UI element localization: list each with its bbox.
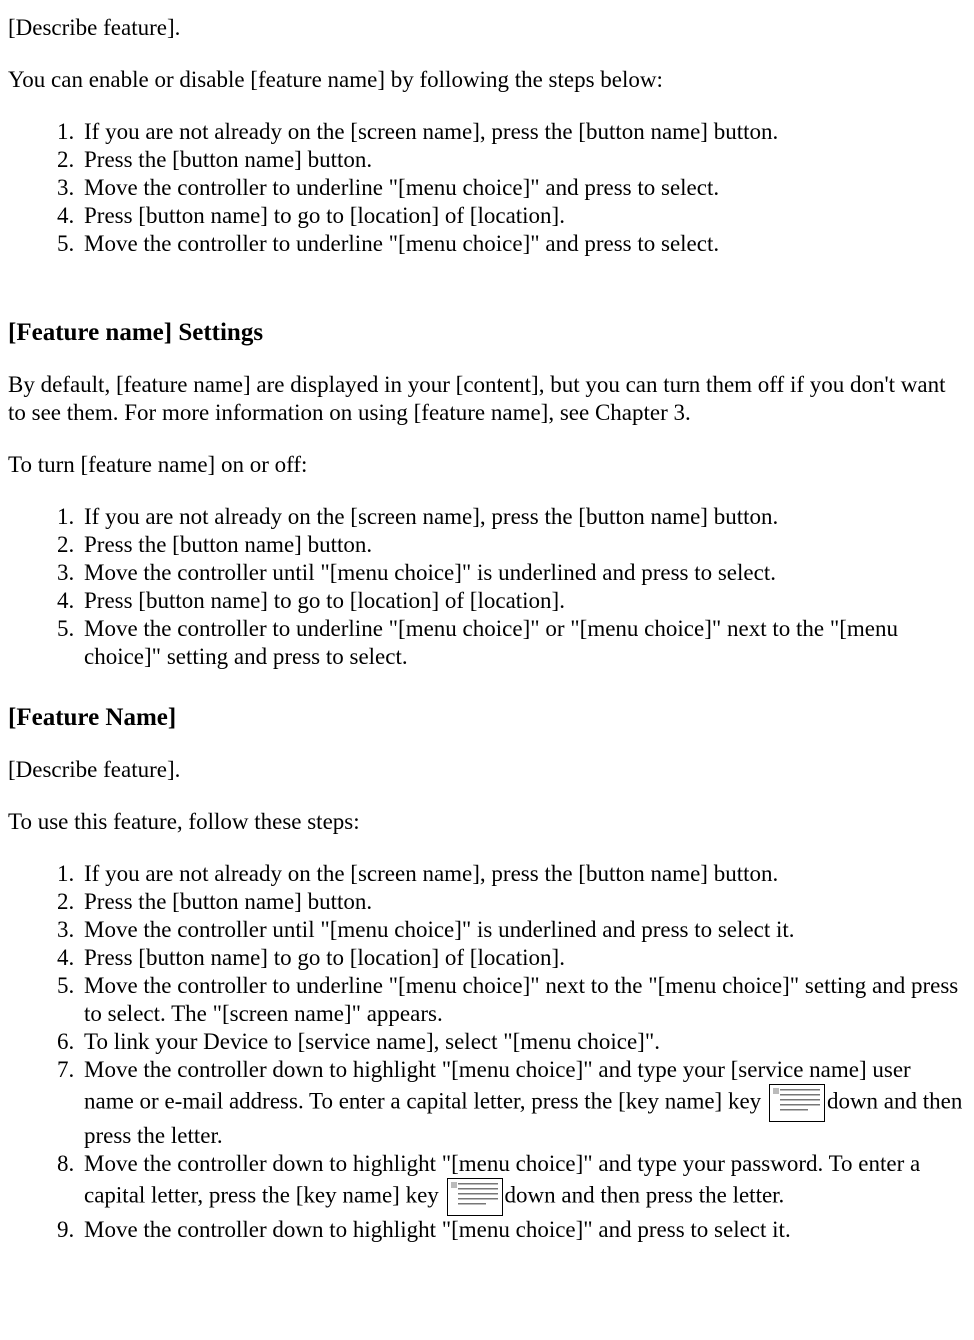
- step-item: Press [button name] to go to [location] …: [80, 944, 966, 972]
- step-item: To link your Device to [service name], s…: [80, 1028, 966, 1056]
- step-item: If you are not already on the [screen na…: [80, 118, 966, 146]
- step-item: Press the [button name] button.: [80, 888, 966, 916]
- step8-text-b: down and then press the letter.: [505, 1183, 785, 1208]
- section2-intro1: By default, [feature name] are displayed…: [8, 371, 966, 427]
- section2-heading: [Feature name] Settings: [8, 318, 966, 349]
- step-item: Move the controller down to highlight "[…: [80, 1056, 966, 1150]
- step-item: Press [button name] to go to [location] …: [80, 202, 966, 230]
- step-item: Press [button name] to go to [location] …: [80, 587, 966, 615]
- document-page: [Describe feature]. You can enable or di…: [0, 0, 974, 1294]
- feature-describe: [Describe feature].: [8, 14, 966, 42]
- section1-steps: If you are not already on the [screen na…: [8, 118, 966, 258]
- step-item: Move the controller until "[menu choice]…: [80, 916, 966, 944]
- step-item: Move the controller until "[menu choice]…: [80, 559, 966, 587]
- key-image-icon: [769, 1084, 825, 1122]
- section3-steps: If you are not already on the [screen na…: [8, 860, 966, 1245]
- key-image-icon: [447, 1178, 503, 1216]
- section1-intro: You can enable or disable [feature name]…: [8, 66, 966, 94]
- step-item: Move the controller to underline "[menu …: [80, 615, 966, 671]
- step-item: Move the controller to underline "[menu …: [80, 230, 966, 258]
- step-item: Move the controller to underline "[menu …: [80, 174, 966, 202]
- step-item: Move the controller down to highlight "[…: [80, 1150, 966, 1216]
- step-item: Press the [button name] button.: [80, 146, 966, 174]
- section2-steps: If you are not already on the [screen na…: [8, 503, 966, 671]
- step-item: Move the controller to underline "[menu …: [80, 972, 966, 1028]
- section3-heading: [Feature Name]: [8, 703, 966, 734]
- section3-intro: To use this feature, follow these steps:: [8, 808, 966, 836]
- step-item: If you are not already on the [screen na…: [80, 860, 966, 888]
- step-item: Move the controller down to highlight "[…: [80, 1216, 966, 1244]
- section3-describe: [Describe feature].: [8, 756, 966, 784]
- step-item: If you are not already on the [screen na…: [80, 503, 966, 531]
- section2-intro2: To turn [feature name] on or off:: [8, 451, 966, 479]
- step-item: Press the [button name] button.: [80, 531, 966, 559]
